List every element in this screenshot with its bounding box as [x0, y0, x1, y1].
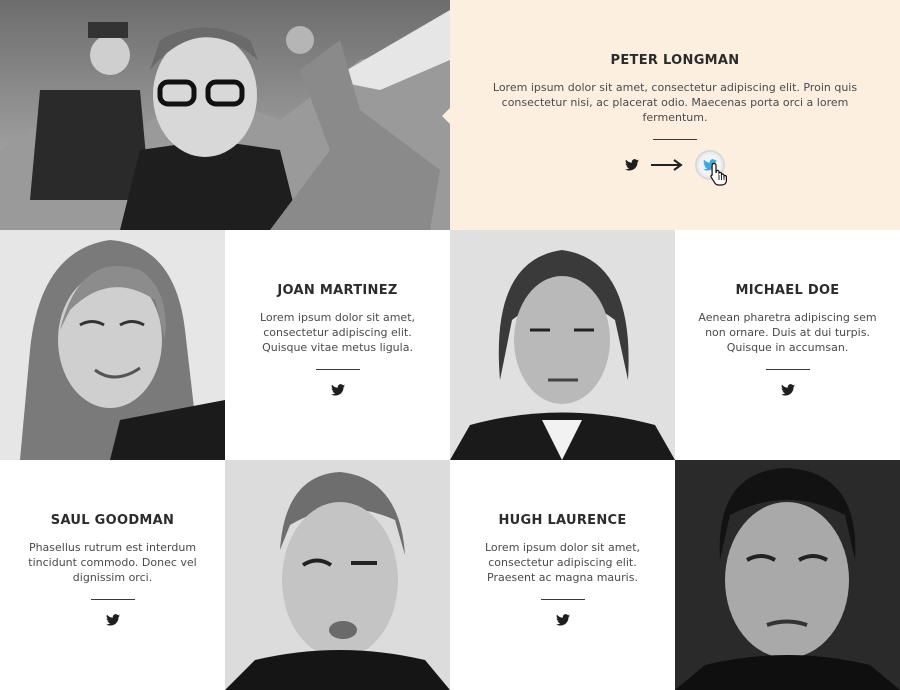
portrait-photo	[225, 460, 450, 690]
social-links	[330, 384, 345, 396]
hand-pointer-icon	[710, 162, 727, 186]
social-links	[105, 614, 120, 626]
divider	[315, 369, 360, 370]
member-bio: Aenean pharetra adipiscing sem non ornar…	[698, 311, 877, 354]
arrow-right-icon	[651, 159, 683, 171]
member-photo	[450, 230, 675, 460]
member-bio: Lorem ipsum dolor sit amet, consectetur …	[492, 81, 858, 124]
social-links	[625, 150, 727, 186]
twitter-icon[interactable]	[780, 384, 795, 396]
social-links	[555, 614, 570, 626]
social-links	[780, 384, 795, 396]
team-grid: PETER LONGMAN Lorem ipsum dolor sit amet…	[0, 0, 900, 690]
divider	[765, 369, 810, 370]
featured-notch	[442, 108, 450, 124]
member-card: JOAN MARTINEZ Lorem ipsum dolor sit amet…	[225, 230, 450, 460]
twitter-icon[interactable]	[330, 384, 345, 396]
featured-photo	[0, 0, 450, 230]
member-photo	[0, 230, 225, 460]
member-card: MICHAEL DOE Aenean pharetra adipiscing s…	[675, 230, 900, 460]
divider	[540, 599, 585, 600]
member-card: HUGH LAURENCE Lorem ipsum dolor sit amet…	[450, 460, 675, 690]
twitter-button-active[interactable]	[695, 150, 727, 186]
divider	[90, 599, 135, 600]
member-bio: Lorem ipsum dolor sit amet, consectetur …	[484, 541, 641, 584]
featured-photo-image	[0, 0, 450, 230]
divider	[653, 139, 697, 140]
member-name: PETER LONGMAN	[610, 53, 740, 68]
member-name: MICHAEL DOE	[735, 283, 840, 298]
portrait-photo	[675, 460, 900, 690]
member-photo	[675, 460, 900, 690]
member-card: SAUL GOODMAN Phasellus rutrum est interd…	[0, 460, 225, 690]
member-name: HUGH LAURENCE	[498, 513, 627, 528]
twitter-icon[interactable]	[105, 614, 120, 626]
member-name: JOAN MARTINEZ	[277, 283, 398, 298]
member-name: SAUL GOODMAN	[50, 513, 175, 528]
twitter-icon[interactable]	[625, 159, 639, 171]
twitter-icon[interactable]	[555, 614, 570, 626]
portrait-photo	[450, 230, 675, 460]
portrait-photo	[0, 230, 225, 460]
member-bio: Phasellus rutrum est interdum tincidunt …	[28, 541, 197, 584]
member-bio: Lorem ipsum dolor sit amet, consectetur …	[259, 311, 416, 354]
member-photo	[225, 460, 450, 690]
featured-member-card: PETER LONGMAN Lorem ipsum dolor sit amet…	[450, 0, 900, 230]
